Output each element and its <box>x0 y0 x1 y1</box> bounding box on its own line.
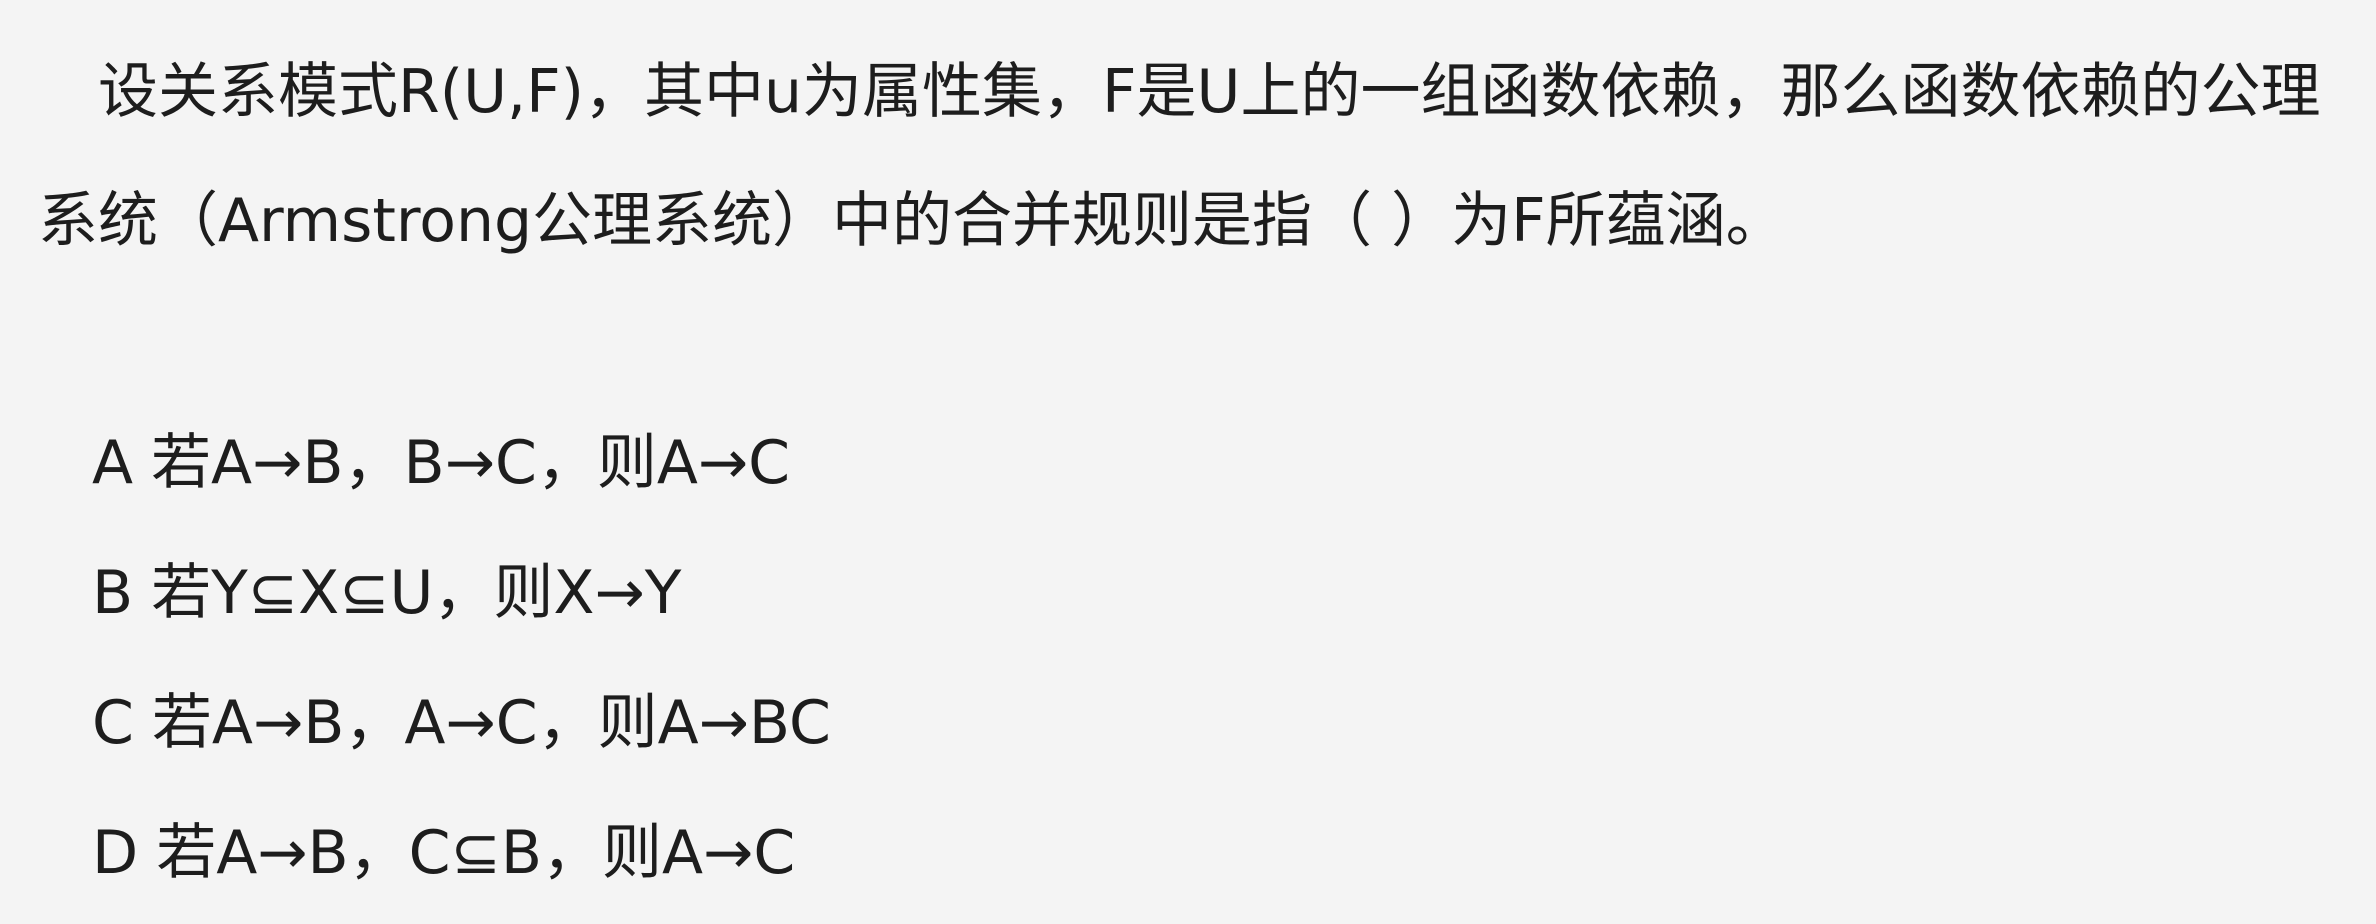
option-d[interactable]: D 若A→B，C⊆B，则A→C <box>92 788 831 918</box>
option-text: 若A→B，A→C，则A→BC <box>151 688 831 758</box>
option-b[interactable]: B 若Y⊆X⊆U，则X→Y <box>92 528 831 658</box>
options-list: A 若A→B，B→C，则A→C B 若Y⊆X⊆U，则X→Y C 若A→B，A→C，则A… <box>92 398 831 918</box>
option-text: 若A→B，B→C，则A→C <box>151 428 791 498</box>
option-text: 若Y⊆X⊆U，则X→Y <box>151 558 682 628</box>
option-c[interactable]: C 若A→B，A→C，则A→BC <box>92 658 831 788</box>
option-letter: D <box>92 818 139 888</box>
option-text: 若A→B，C⊆B，则A→C <box>156 818 796 888</box>
option-letter: C <box>92 688 134 758</box>
option-a[interactable]: A 若A→B，B→C，则A→C <box>92 398 831 528</box>
question-card: 设关系模式R(U,F)，其中u为属性集，F是U上的一组函数依赖，那么函数依赖的公… <box>0 0 2376 924</box>
option-letter: B <box>92 558 134 628</box>
question-stem: 设关系模式R(U,F)，其中u为属性集，F是U上的一组函数依赖，那么函数依赖的公… <box>38 57 2321 256</box>
option-letter: A <box>92 428 134 498</box>
